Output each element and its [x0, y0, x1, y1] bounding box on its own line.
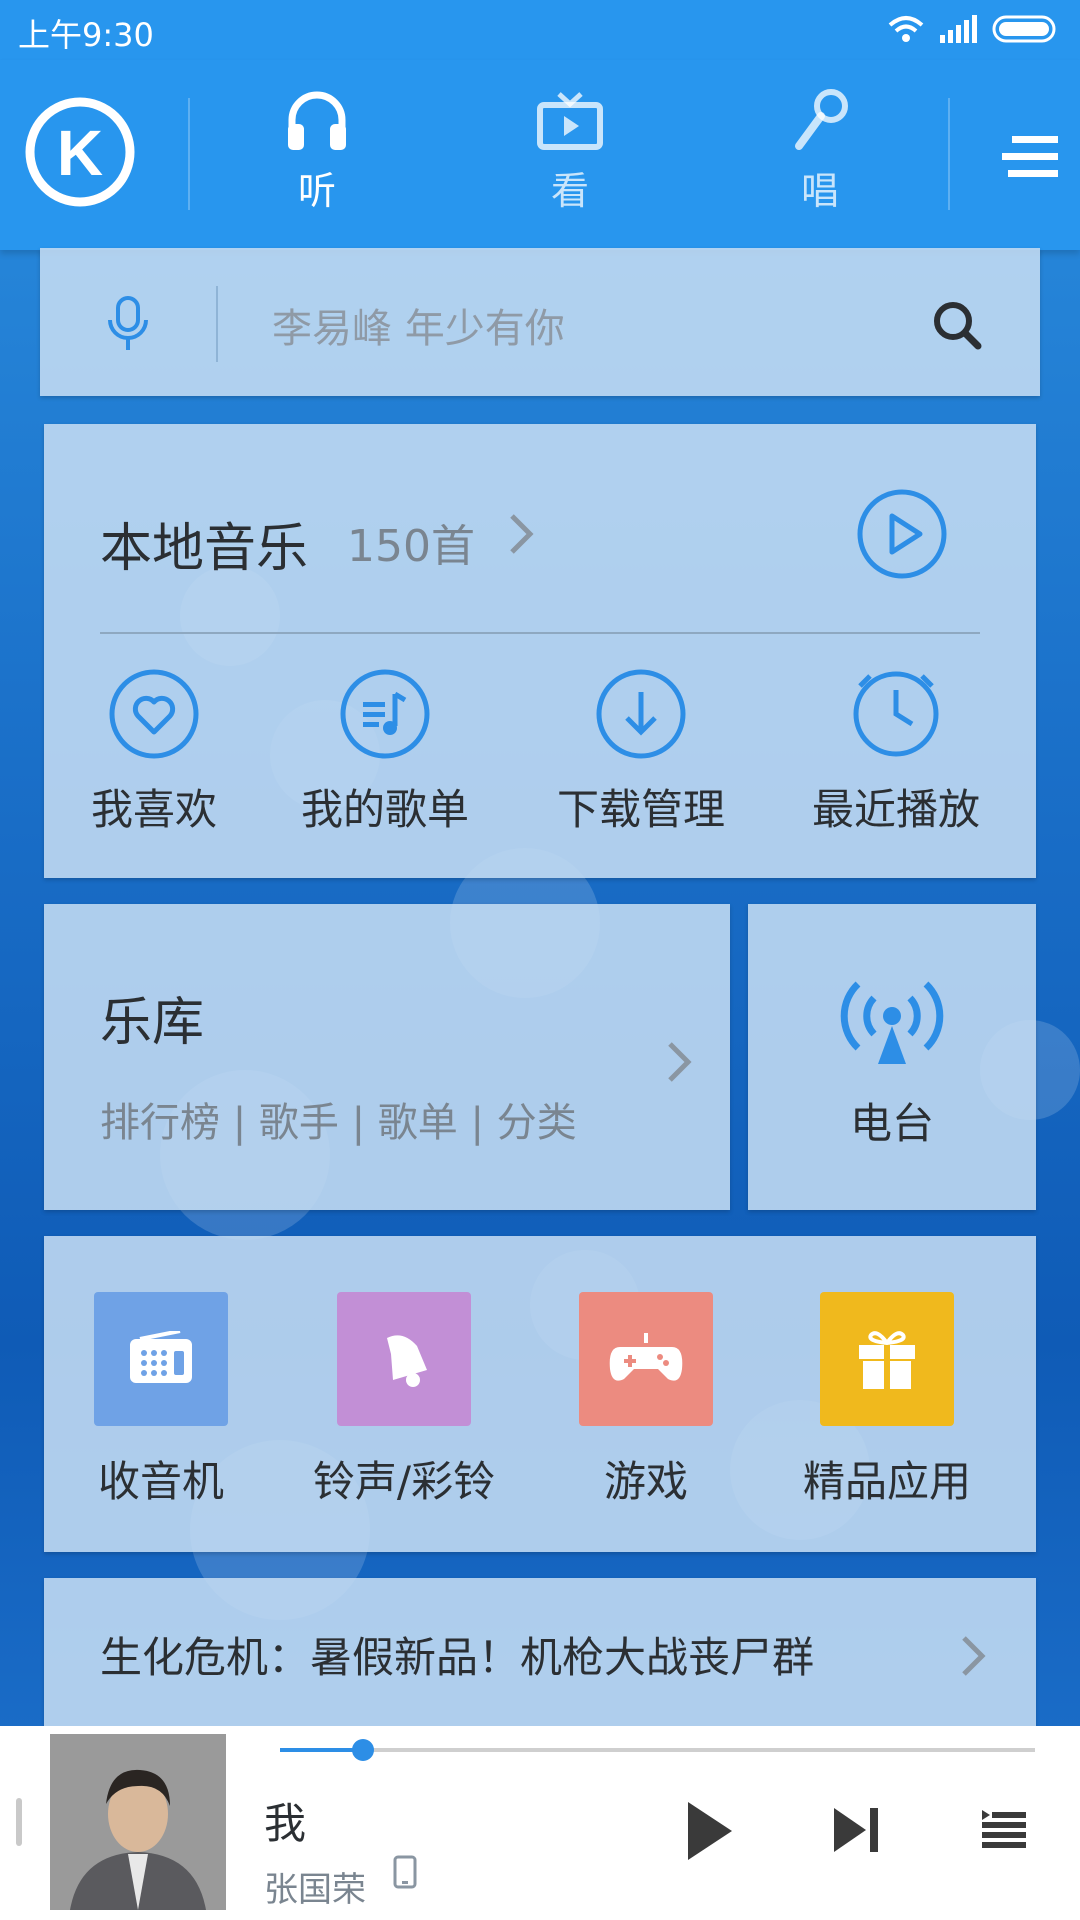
phone-icon — [393, 1855, 417, 1889]
app-ringtone[interactable]: 铃声/彩铃 — [284, 1292, 524, 1509]
menu-icon[interactable] — [1002, 132, 1058, 182]
quick-downloads[interactable]: 下载管理 — [531, 668, 751, 837]
search-input[interactable]: 李易峰 年少有你 — [272, 296, 565, 354]
quick-label: 最近播放 — [811, 785, 980, 834]
bell-icon — [337, 1292, 471, 1426]
search-bar[interactable]: 李易峰 年少有你 — [40, 248, 1040, 396]
artist-name: 张国荣 — [264, 1870, 366, 1910]
radio-card[interactable]: 电台 — [748, 904, 1036, 1210]
quick-recent[interactable]: 最近播放 — [786, 668, 1006, 837]
mini-player: 我 张国荣 — [0, 1726, 1080, 1920]
download-icon — [596, 669, 686, 759]
status-bar: 上午9:30 — [0, 0, 1080, 60]
divider — [188, 98, 190, 210]
status-time: 上午9:30 — [18, 16, 154, 54]
app-label: 精品应用 — [802, 1457, 971, 1506]
app-featured[interactable]: 精品应用 — [767, 1292, 1007, 1509]
tab-listen[interactable]: 听 — [237, 88, 397, 228]
divider — [948, 98, 950, 210]
progress-knob[interactable] — [352, 1739, 375, 1761]
radio-broadcast-icon — [840, 981, 944, 1064]
progress-fill — [280, 1748, 364, 1752]
tab-label: 看 — [550, 169, 589, 213]
apps-card: 收音机 铃声/彩铃 游戏 精品应用 — [44, 1236, 1036, 1552]
radio-label: 电台 — [849, 1099, 934, 1148]
divider — [216, 286, 218, 362]
quick-label: 我的歌单 — [300, 785, 469, 834]
player-drag-handle[interactable] — [16, 1798, 22, 1846]
tab-label: 听 — [297, 169, 336, 213]
quick-label: 我喜欢 — [90, 785, 217, 834]
microphone-icon — [795, 89, 848, 150]
local-music-card: 本地音乐 150首 我喜欢 我的歌单 下载管理 最近播放 — [44, 424, 1036, 878]
gift-icon — [820, 1292, 954, 1426]
quick-playlists[interactable]: 我的歌单 — [275, 668, 495, 837]
top-nav: K 听 看 唱 — [0, 60, 1080, 250]
clock-icon — [853, 671, 939, 757]
headphones-icon — [288, 91, 346, 150]
library-title: 乐库 — [100, 993, 205, 1053]
album-cover[interactable] — [50, 1734, 226, 1910]
next-track-icon[interactable] — [832, 1806, 880, 1854]
play-all-icon[interactable] — [856, 488, 948, 580]
chevron-right-icon — [962, 1636, 986, 1676]
battery-icon — [992, 15, 1056, 43]
gamepad-icon — [579, 1292, 713, 1426]
tab-watch[interactable]: 看 — [490, 88, 650, 228]
tab-label: 唱 — [800, 169, 839, 213]
playlist-queue-icon[interactable] — [982, 1810, 1026, 1850]
play-icon[interactable] — [684, 1800, 734, 1862]
kugou-logo-icon[interactable]: K — [24, 96, 136, 208]
svg-text:K: K — [57, 117, 103, 189]
app-label: 收音机 — [97, 1457, 224, 1506]
library-subtitle: 排行榜 | 歌手 | 歌单 | 分类 — [100, 1100, 577, 1146]
tv-icon — [537, 92, 603, 150]
voice-search-icon[interactable] — [102, 296, 154, 352]
promo-text: 生化危机：暑假新品！机枪大战丧尸群 — [100, 1633, 815, 1682]
wifi-icon — [888, 16, 924, 42]
progress-bar[interactable] — [280, 1739, 1035, 1761]
music-library-card[interactable]: 乐库 排行榜 | 歌手 | 歌单 | 分类 — [44, 904, 730, 1210]
quick-label: 下载管理 — [556, 785, 725, 834]
chevron-right-icon[interactable] — [508, 512, 534, 556]
app-label: 铃声/彩铃 — [312, 1457, 496, 1506]
playlist-icon — [340, 669, 430, 759]
tab-sing[interactable]: 唱 — [740, 88, 900, 228]
promo-banner[interactable]: 生化危机：暑假新品！机枪大战丧尸群 — [44, 1578, 1036, 1728]
search-icon[interactable] — [932, 300, 982, 350]
signal-icon — [940, 15, 977, 43]
song-title: 我 — [264, 1799, 307, 1848]
app-label: 游戏 — [603, 1457, 688, 1506]
radio-icon — [94, 1292, 228, 1426]
quick-favorites[interactable]: 我喜欢 — [44, 668, 264, 837]
heart-icon — [109, 669, 199, 759]
divider — [100, 632, 980, 634]
app-games[interactable]: 游戏 — [526, 1292, 766, 1509]
chevron-right-icon — [668, 1042, 692, 1082]
local-music-count: 150首 — [347, 521, 475, 572]
app-radio[interactable]: 收音机 — [41, 1292, 281, 1509]
local-music-title[interactable]: 本地音乐 — [100, 506, 308, 581]
